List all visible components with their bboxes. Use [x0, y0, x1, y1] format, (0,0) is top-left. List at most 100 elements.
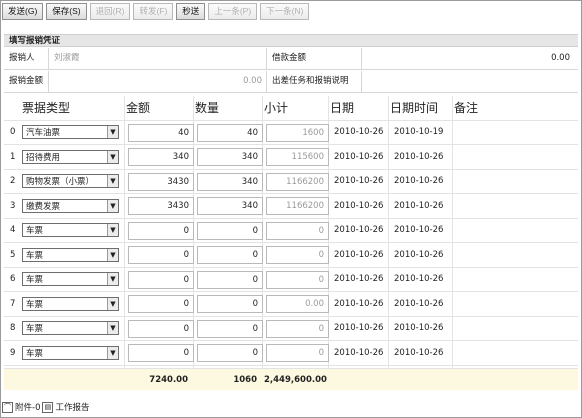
- date-field[interactable]: 2010-10-26: [332, 145, 383, 169]
- totals-row: 7240.00 1060 2,449,600.00: [4, 368, 578, 390]
- amount-input[interactable]: 0: [128, 319, 194, 338]
- note-field[interactable]: [456, 145, 576, 169]
- qty-input[interactable]: 0: [197, 295, 263, 313]
- type-value: 车票: [26, 275, 44, 286]
- note-field[interactable]: [456, 341, 576, 365]
- qty-input[interactable]: 40: [197, 123, 263, 142]
- datetime-field[interactable]: 2010-10-26: [392, 219, 443, 243]
- chevron-down-icon[interactable]: ▼: [107, 273, 118, 286]
- chevron-down-icon[interactable]: ▼: [107, 126, 118, 139]
- subtotal-value: 115600: [266, 148, 329, 166]
- type-select[interactable]: 购物发票（小票） ▼: [22, 174, 119, 189]
- save-button[interactable]: 保存(S): [46, 2, 87, 20]
- subtotal-value: 1166200: [266, 172, 329, 191]
- datetime-field[interactable]: 2010-10-19: [392, 121, 443, 145]
- qty-input[interactable]: 0: [197, 344, 263, 362]
- datetime-field[interactable]: 2010-10-26: [392, 243, 443, 267]
- amount-input[interactable]: 40: [128, 123, 194, 142]
- paperclip-icon[interactable]: ⌒: [2, 401, 13, 413]
- datetime-field[interactable]: 2010-10-26: [392, 145, 443, 169]
- loan-label: 借款金额: [266, 48, 362, 70]
- chevron-down-icon[interactable]: ▼: [107, 199, 118, 212]
- date-field[interactable]: 2010-10-26: [332, 121, 383, 145]
- chevron-down-icon[interactable]: ▼: [107, 322, 118, 335]
- note-field[interactable]: [456, 292, 576, 316]
- reimburse-value[interactable]: 0.00: [54, 71, 264, 93]
- type-select[interactable]: 车票 ▼: [22, 223, 119, 238]
- type-select[interactable]: 招待费用 ▼: [22, 149, 119, 164]
- forward-button[interactable]: 转发(F): [133, 2, 174, 20]
- amount-input[interactable]: 0: [128, 246, 194, 264]
- type-select[interactable]: 车票 ▼: [22, 272, 119, 287]
- datetime-field[interactable]: 2010-10-26: [392, 268, 443, 292]
- amount-input[interactable]: 3430: [128, 172, 194, 191]
- note-field[interactable]: [364, 71, 574, 93]
- work-report-link[interactable]: 工作报告: [55, 401, 89, 413]
- reporter-value[interactable]: 刘淑霞: [54, 48, 264, 70]
- type-value: 汽车油票: [26, 128, 61, 139]
- type-select[interactable]: 车票 ▼: [22, 296, 119, 311]
- next-button[interactable]: 下一条(N): [260, 2, 310, 20]
- note-field[interactable]: [456, 121, 576, 145]
- chevron-down-icon[interactable]: ▼: [107, 175, 118, 188]
- row-index: 9: [10, 347, 16, 358]
- amount-input[interactable]: 0: [128, 344, 194, 362]
- datetime-field[interactable]: 2010-10-26: [392, 194, 443, 218]
- type-select[interactable]: 缴费发票 ▼: [22, 198, 119, 213]
- amount-input[interactable]: 0: [128, 270, 194, 289]
- loan-value[interactable]: 0.00: [364, 48, 572, 70]
- row-index: 4: [10, 225, 16, 236]
- attachment-link[interactable]: 附件-0: [15, 401, 40, 413]
- type-value: 缴费发票: [26, 201, 61, 212]
- date-field[interactable]: 2010-10-26: [332, 219, 383, 243]
- qty-input[interactable]: 0: [197, 246, 263, 264]
- date-field[interactable]: 2010-10-26: [332, 243, 383, 267]
- row-index: 6: [10, 274, 16, 285]
- chevron-down-icon[interactable]: ▼: [107, 248, 118, 261]
- note-field[interactable]: [456, 194, 576, 218]
- type-select[interactable]: 车票 ▼: [22, 247, 119, 262]
- datetime-field[interactable]: 2010-10-26: [392, 317, 443, 341]
- datetime-field[interactable]: 2010-10-26: [392, 341, 443, 365]
- date-field[interactable]: 2010-10-26: [332, 292, 383, 316]
- send-button[interactable]: 发送(G): [2, 2, 44, 20]
- date-field[interactable]: 2010-10-26: [332, 317, 383, 341]
- row-index: 7: [10, 298, 16, 309]
- type-select[interactable]: 车票 ▼: [22, 321, 119, 336]
- document-icon[interactable]: ▤: [42, 401, 54, 413]
- type-select[interactable]: 车票 ▼: [22, 345, 119, 360]
- previous-button[interactable]: 上一条(P): [208, 2, 258, 20]
- amount-input[interactable]: 0: [128, 295, 194, 313]
- type-value: 车票: [26, 324, 44, 335]
- note-field[interactable]: [456, 219, 576, 243]
- qty-input[interactable]: 340: [197, 197, 263, 215]
- amount-input[interactable]: 340: [128, 148, 194, 166]
- return-button[interactable]: 退回(R): [89, 2, 131, 20]
- header-subtotal: 小计: [264, 101, 289, 116]
- amount-input[interactable]: 3430: [128, 197, 194, 215]
- chevron-down-icon[interactable]: ▼: [107, 297, 118, 310]
- chevron-down-icon[interactable]: ▼: [107, 224, 118, 237]
- date-field[interactable]: 2010-10-26: [332, 194, 383, 218]
- date-field[interactable]: 2010-10-26: [332, 341, 383, 365]
- date-field[interactable]: 2010-10-26: [332, 268, 383, 292]
- quick-send-button[interactable]: 秒送: [176, 2, 206, 20]
- amount-input[interactable]: 0: [128, 221, 194, 240]
- chevron-down-icon[interactable]: ▼: [107, 150, 118, 163]
- date-field[interactable]: 2010-10-26: [332, 170, 383, 194]
- note-field[interactable]: [456, 317, 576, 341]
- qty-input[interactable]: 0: [197, 319, 263, 338]
- note-field[interactable]: [456, 243, 576, 267]
- datetime-field[interactable]: 2010-10-26: [392, 170, 443, 194]
- chevron-down-icon[interactable]: ▼: [107, 346, 118, 359]
- qty-input[interactable]: 340: [197, 148, 263, 166]
- note-field[interactable]: [456, 268, 576, 292]
- subtotal-value: 0.00: [266, 295, 329, 313]
- table-row: 5 车票 ▼ 0 0 0 2010-10-26 2010-10-26: [4, 243, 578, 268]
- note-field[interactable]: [456, 170, 576, 194]
- datetime-field[interactable]: 2010-10-26: [392, 292, 443, 316]
- type-select[interactable]: 汽车油票 ▼: [22, 125, 119, 140]
- qty-input[interactable]: 0: [197, 270, 263, 289]
- qty-input[interactable]: 0: [197, 221, 263, 240]
- qty-input[interactable]: 340: [197, 172, 263, 191]
